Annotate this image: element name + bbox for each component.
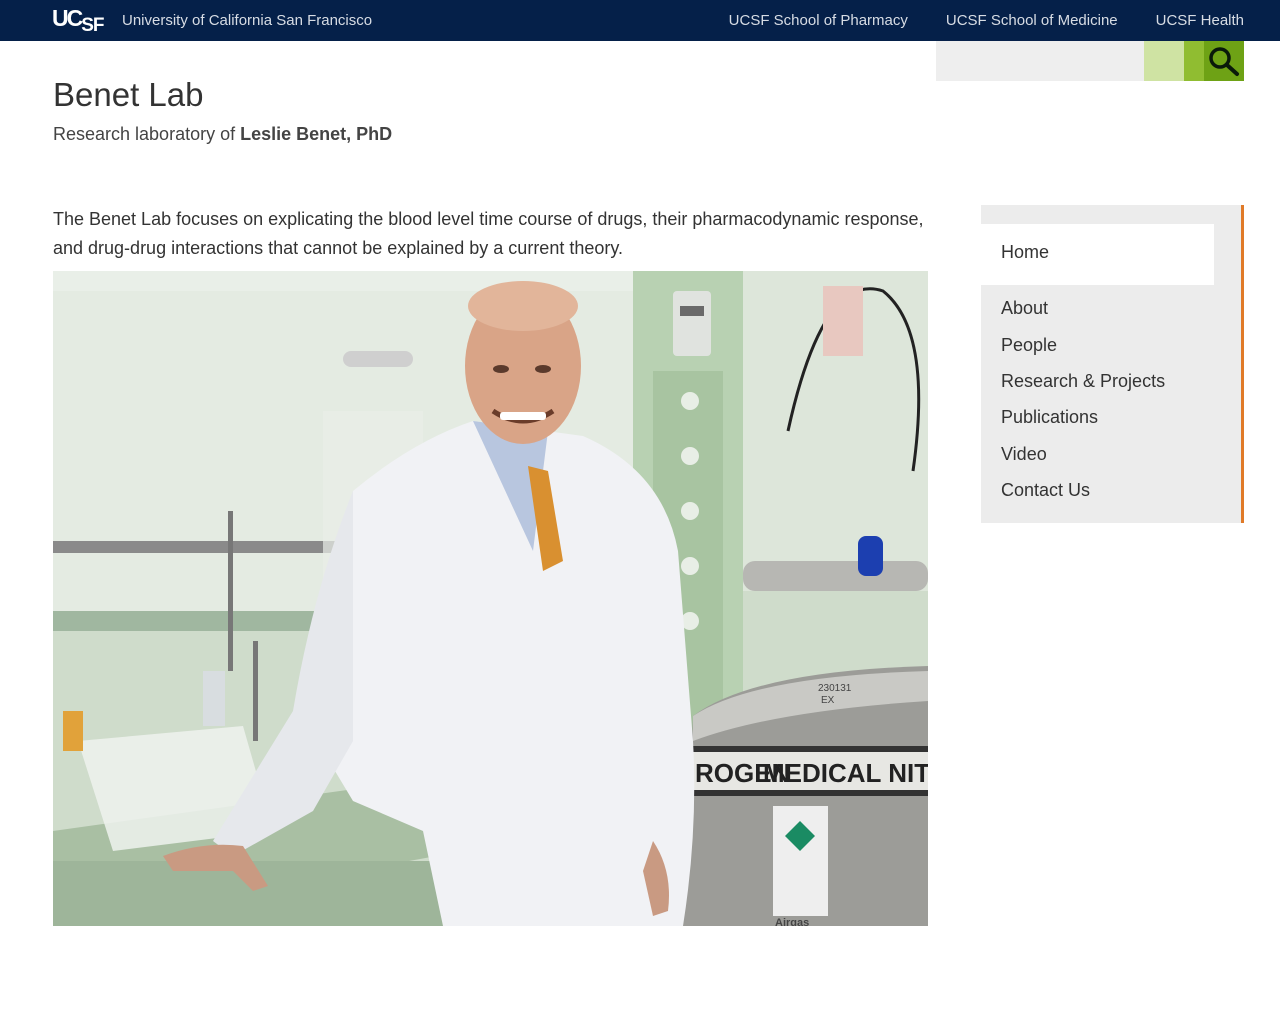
intro-paragraph: The Benet Lab focuses on explicating the… (53, 209, 924, 258)
site-subtitle: Research laboratory of Leslie Benet, PhD (53, 124, 392, 145)
search-icon (1209, 47, 1239, 76)
school-of-medicine-link[interactable]: UCSF School of Medicine (946, 12, 1118, 29)
sidebar-item-about[interactable]: About (1001, 298, 1048, 319)
tank-number: 230131 (818, 683, 852, 694)
global-header: UCSF University of California San Franci… (0, 0, 1280, 41)
search-accent-band (1144, 41, 1184, 81)
search-form (936, 41, 1244, 81)
logo-text-sub: SF (81, 15, 104, 36)
sidebar-item-video[interactable]: Video (1001, 444, 1047, 465)
university-link[interactable]: University of California San Francisco (122, 12, 372, 29)
sidebar-item-people[interactable]: People (1001, 335, 1057, 356)
lab-photo: ROGEN MEDICAL NITROGEN 230131 EX Airgas (53, 271, 928, 926)
tank-label: MEDICAL NITROGEN (763, 758, 928, 788)
site-title[interactable]: Benet Lab (53, 76, 203, 114)
search-button[interactable] (1204, 41, 1244, 81)
ucsf-logo[interactable]: UCSF (52, 5, 105, 36)
lab-photo-illustration: ROGEN MEDICAL NITROGEN 230131 EX Airgas (53, 271, 928, 926)
sidebar-nav: Home About People Research & Projects Pu… (981, 205, 1244, 523)
sidebar-item-home[interactable]: Home (981, 224, 1214, 285)
global-links: UCSF School of Pharmacy UCSF School of M… (729, 12, 1244, 29)
sidebar-item-label: Home (1001, 242, 1050, 262)
tank-brand: Airgas (775, 917, 809, 926)
sidebar-item-research-projects[interactable]: Research & Projects (1001, 371, 1165, 392)
logo-text-main: UC (52, 5, 83, 31)
ucsf-health-link[interactable]: UCSF Health (1156, 12, 1244, 29)
search-input[interactable] (936, 41, 1144, 81)
site-subtitle-prefix: Research laboratory of (53, 124, 241, 144)
site-subtitle-name: Leslie Benet, PhD (240, 124, 393, 144)
search-accent-band-2 (1184, 41, 1204, 81)
school-of-pharmacy-link[interactable]: UCSF School of Pharmacy (729, 12, 908, 29)
tank-sub: EX (821, 695, 835, 706)
sidebar-item-contact-us[interactable]: Contact Us (1001, 480, 1090, 501)
sidebar-item-publications[interactable]: Publications (1001, 407, 1098, 428)
